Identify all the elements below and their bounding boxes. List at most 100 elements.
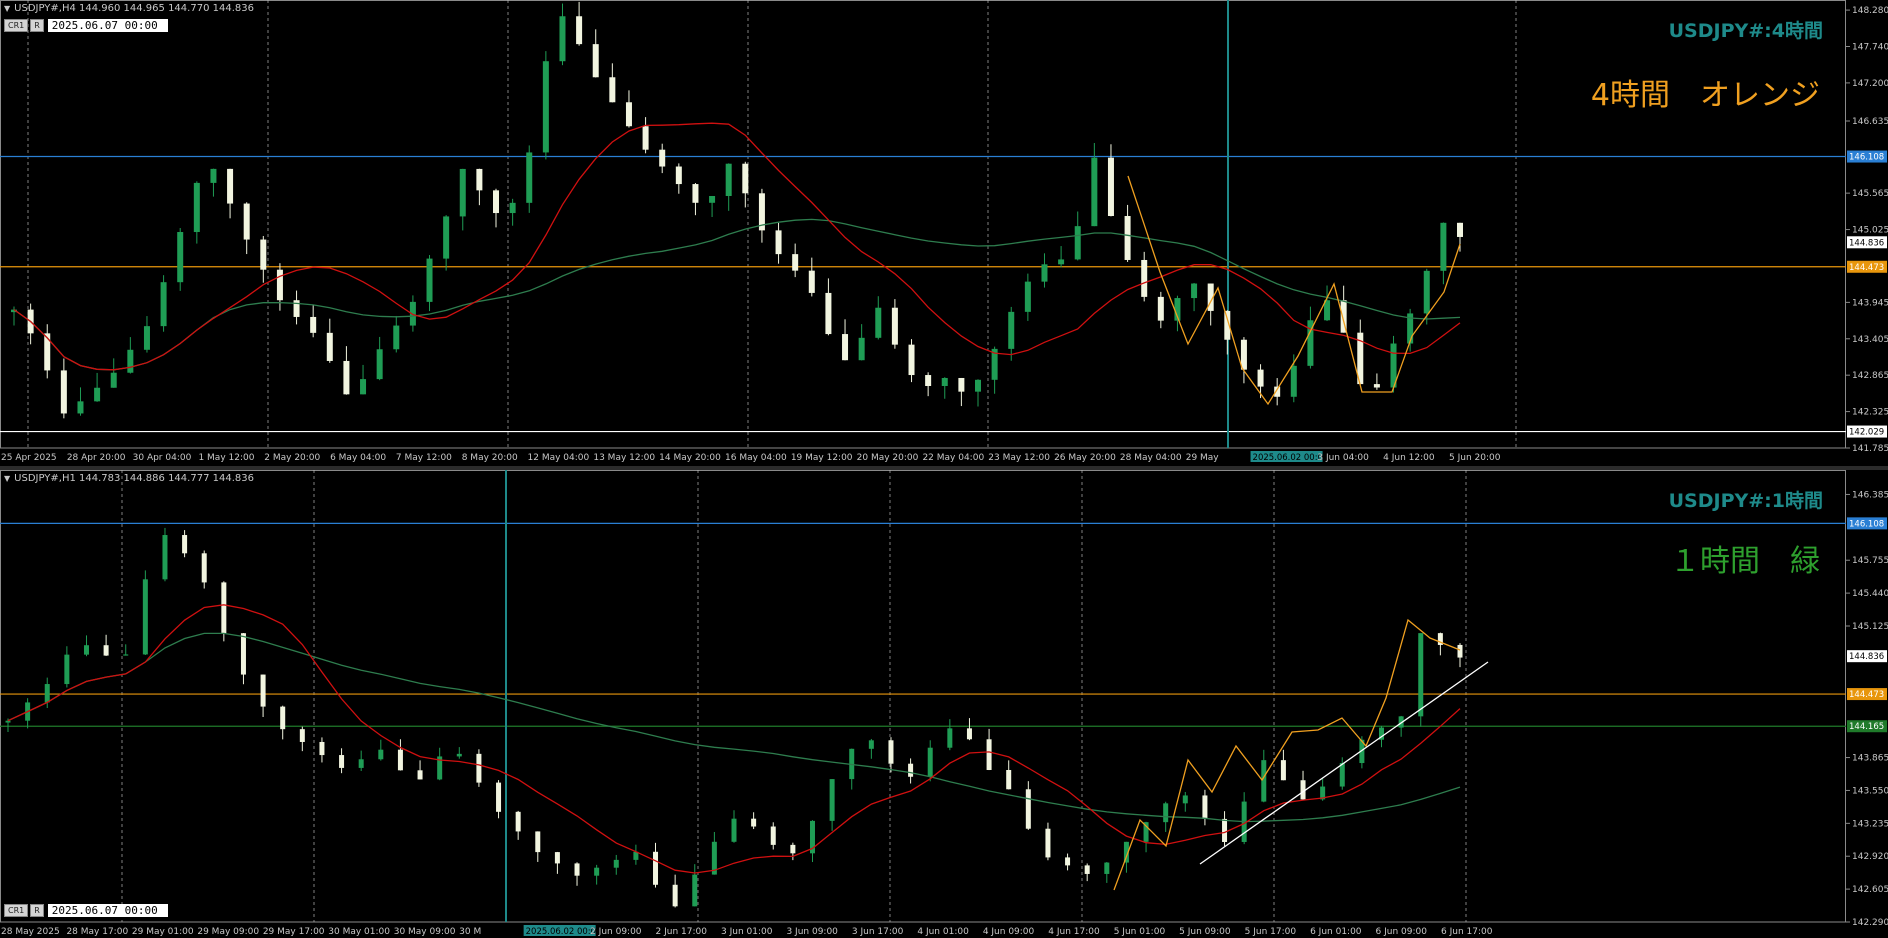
collapse-triangle-icon[interactable]: ▼: [4, 4, 10, 13]
x-tick-label: 19 May 12:00: [791, 453, 853, 463]
candle-body: [825, 292, 832, 335]
candle-body: [792, 254, 799, 271]
price-level-label: 144.165: [1849, 722, 1884, 732]
candle-body: [672, 884, 678, 907]
collapse-triangle-icon[interactable]: ▼: [4, 474, 10, 483]
plot-frame: [0, 470, 1846, 923]
x-tick-label: 6 May 04:00: [330, 453, 386, 463]
candle-body: [829, 779, 835, 821]
x-tick-label: 12 May 04:00: [528, 453, 590, 463]
candle-body: [459, 168, 466, 217]
x-tick-label: 2 Jun 17:00: [656, 927, 708, 937]
candle-body: [908, 344, 915, 376]
candle-body: [393, 325, 400, 350]
candle-body: [509, 202, 516, 214]
candle-body: [1084, 865, 1090, 874]
x-tick-label: 7 May 12:00: [396, 453, 452, 463]
x-tick-label: 28 May 04:00: [1120, 453, 1182, 463]
h1-annotation-label: １時間 緑: [1670, 544, 1820, 579]
h1-symbol-title: USDJPY#:1時間: [1668, 490, 1823, 512]
y-tick-label: 145.025: [1852, 226, 1888, 236]
candle-body: [1457, 222, 1463, 237]
candle-body: [358, 759, 364, 768]
candle-body: [160, 282, 167, 327]
candle-body: [1373, 384, 1380, 388]
x-tick-label: 29 May 09:00: [197, 927, 259, 937]
h4-chart-pane[interactable]: 25 Apr 2025 28 Apr 20:00 30 Apr 04:00 1 May…: [0, 0, 1888, 466]
x-tick-label: 5 Jun 01:00: [1114, 927, 1166, 937]
candle-body: [966, 728, 972, 740]
candle-body: [1006, 769, 1012, 790]
y-tick-label: 143.945: [1852, 298, 1888, 308]
x-tick-label: 30 M: [459, 927, 481, 937]
candle-body: [1440, 222, 1447, 271]
candle-body: [609, 77, 616, 103]
y-tick-label: 143.550: [1852, 786, 1888, 796]
y-tick-label: 146.385: [1852, 490, 1888, 500]
x-tick-label: 29 May 01:00: [132, 927, 194, 937]
candle-body: [576, 16, 583, 45]
x-tick-label: 28 May 2025: [1, 927, 60, 937]
price-level-label: 146.108: [1849, 153, 1884, 163]
y-tick-label: 142.605: [1852, 885, 1888, 895]
candle-body: [201, 553, 207, 583]
candle-body: [642, 126, 649, 150]
candle-body: [276, 269, 283, 301]
y-tick-label: 145.755: [1852, 556, 1888, 566]
x-tick-label: 29 May 17:00: [263, 927, 325, 937]
candle-body: [725, 163, 732, 197]
candle-body: [868, 740, 874, 749]
y-tick-label: 142.290: [1852, 918, 1888, 928]
x-tick-label: 2 May 20:00: [264, 453, 320, 463]
candle-body: [1024, 281, 1031, 312]
price-level-label: 144.473: [1849, 263, 1884, 273]
candle-body: [1457, 644, 1463, 658]
candle-body: [378, 749, 384, 760]
x-tick-label: 30 May 09:00: [394, 927, 456, 937]
candle-body: [1222, 818, 1228, 842]
candle-body: [1290, 365, 1297, 397]
candle-body: [808, 270, 815, 293]
candle-body: [496, 782, 502, 812]
candle-body: [958, 377, 965, 392]
x-tick-label: 30 May 01:00: [328, 927, 390, 937]
candle-body: [177, 232, 184, 283]
candle-body: [1163, 803, 1169, 823]
x-tick-label: 30 Apr 04:00: [133, 453, 192, 463]
x-tick-label: 26 May 20:00: [1054, 453, 1116, 463]
date-input[interactable]: 2025.06.07 00:00: [47, 19, 168, 32]
h1-chart-pane[interactable]: 28 May 2025 28 May 17:00 29 May 01:00 29 Ma…: [0, 470, 1888, 938]
x-tick-label: 3 Jun 09:00: [786, 927, 838, 937]
y-tick-label: 143.235: [1852, 819, 1888, 829]
candle-body: [526, 152, 533, 203]
r-button[interactable]: R: [30, 19, 44, 32]
candle-body: [1107, 157, 1114, 217]
r-button[interactable]: R: [30, 904, 44, 917]
h1-chart-canvas[interactable]: 28 May 2025 28 May 17:00 29 May 01:00 29 Ma…: [0, 470, 1888, 938]
candle-body: [535, 831, 541, 853]
date-input[interactable]: 2025.06.07 00:00: [47, 904, 168, 917]
price-level-label: 142.029: [1849, 428, 1884, 438]
candle-body: [751, 818, 757, 827]
candle-body: [64, 654, 70, 685]
candle-body: [339, 755, 345, 768]
candle-body: [975, 379, 981, 392]
cr1-button[interactable]: CR1: [4, 904, 29, 917]
x-tick-label: 3 Jun 04:00: [1317, 453, 1369, 463]
candle-body: [1091, 157, 1098, 227]
candle-body: [554, 852, 560, 864]
candle-body: [343, 360, 350, 395]
y-tick-label: 147.200: [1852, 79, 1888, 89]
candle-body: [77, 401, 84, 414]
y-tick-label: 142.920: [1852, 852, 1888, 862]
y-tick-label: 147.740: [1852, 42, 1888, 52]
candle-body: [1104, 862, 1110, 874]
candle-body: [162, 535, 168, 580]
x-tick-label: 4 Jun 12:00: [1383, 453, 1435, 463]
candle-body: [376, 349, 383, 380]
cr1-button[interactable]: CR1: [4, 19, 29, 32]
x-tick-label: 25 Apr 2025: [1, 453, 57, 463]
candle-body: [443, 216, 450, 259]
candle-body: [1240, 339, 1247, 370]
candle-body: [493, 190, 499, 214]
